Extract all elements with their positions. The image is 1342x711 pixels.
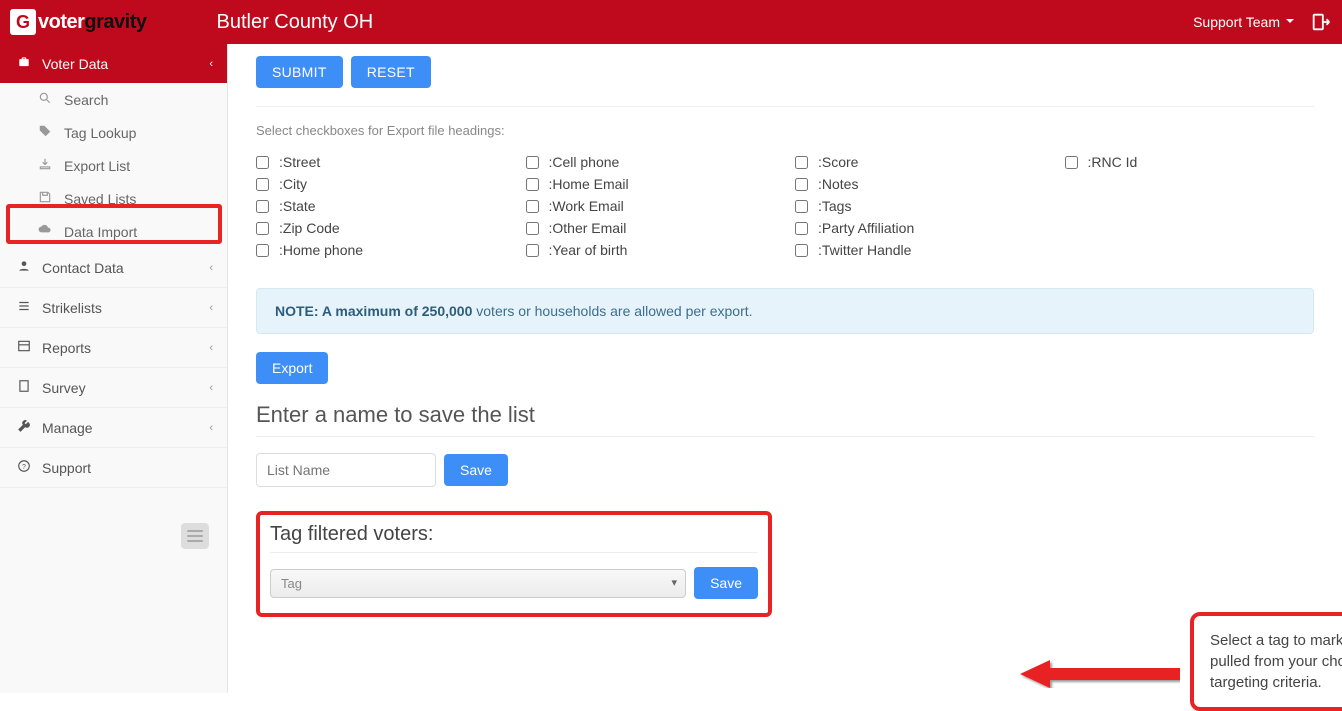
sidebar-item-strikelists[interactable]: Strikelists ‹ xyxy=(0,288,227,328)
chevron-left-icon: ‹ xyxy=(209,302,213,314)
checkbox-state[interactable]: :State xyxy=(256,198,506,214)
export-fields-grid: :Street :Cell phone :Score :RNC Id :City… xyxy=(256,154,1314,258)
sidebar-label: Survey xyxy=(42,380,86,396)
checkbox-rnc-id[interactable]: :RNC Id xyxy=(1065,154,1315,170)
svg-text:?: ? xyxy=(22,464,26,471)
checkbox-score[interactable]: :Score xyxy=(795,154,1045,170)
divider xyxy=(256,106,1314,107)
sidebar-label: Export List xyxy=(64,158,130,174)
chevron-left-icon: ‹ xyxy=(209,422,213,434)
chevron-left-icon: ‹ xyxy=(209,58,213,70)
wrench-icon xyxy=(14,419,34,436)
divider xyxy=(256,436,1314,437)
sidebar-item-reports[interactable]: Reports ‹ xyxy=(0,328,227,368)
reset-button[interactable]: RESET xyxy=(351,56,431,88)
sidebar-label: Tag Lookup xyxy=(64,125,136,141)
list-icon xyxy=(14,299,34,316)
checkbox-home-email[interactable]: :Home Email xyxy=(526,176,776,192)
sidebar-label: Reports xyxy=(42,340,91,356)
help-icon: ? xyxy=(14,459,34,476)
sidebar-item-voter-data[interactable]: Voter Data ‹ xyxy=(0,44,227,83)
sidebar: Voter Data ‹ Search Tag Lookup Export Li… xyxy=(0,44,228,693)
sidebar-label: Contact Data xyxy=(42,260,124,276)
divider xyxy=(270,552,758,553)
checkbox-tags[interactable]: :Tags xyxy=(795,198,1045,214)
tag-section-title: Tag filtered voters: xyxy=(270,523,758,546)
annotation-arrow-icon xyxy=(1020,660,1180,691)
tag-filtered-voters-section: Tag filtered voters: Tag Save xyxy=(256,511,772,617)
checkbox-twitter[interactable]: :Twitter Handle xyxy=(795,242,1045,258)
sidebar-item-support[interactable]: ? Support xyxy=(0,448,227,488)
sidebar-item-manage[interactable]: Manage ‹ xyxy=(0,408,227,448)
save-icon xyxy=(38,190,56,207)
note-rest: voters or households are allowed per exp… xyxy=(472,303,752,319)
cloud-upload-icon xyxy=(38,223,56,240)
sidebar-item-saved-lists[interactable]: Saved Lists xyxy=(0,182,227,215)
table-icon xyxy=(14,339,34,356)
chevron-left-icon: ‹ xyxy=(209,382,213,394)
sidebar-item-export-list[interactable]: Export List xyxy=(0,149,227,182)
sidebar-item-tag-lookup[interactable]: Tag Lookup xyxy=(0,116,227,149)
chevron-left-icon: ‹ xyxy=(209,342,213,354)
user-menu[interactable]: Support Team xyxy=(1193,14,1294,30)
main-content: SUBMIT RESET Select checkboxes for Expor… xyxy=(228,44,1342,693)
list-name-input[interactable] xyxy=(256,453,436,487)
sidebar-label: Manage xyxy=(42,420,93,436)
search-icon xyxy=(38,91,56,108)
logo-badge: G xyxy=(10,9,36,35)
checkbox-home-phone[interactable]: :Home phone xyxy=(256,242,506,258)
sidebar-label: Strikelists xyxy=(42,300,102,316)
sidebar-item-search[interactable]: Search xyxy=(0,83,227,116)
sidebar-label: Support xyxy=(42,460,91,476)
checkbox-cell-phone[interactable]: :Cell phone xyxy=(526,154,776,170)
sidebar-item-data-import[interactable]: Data Import xyxy=(0,215,227,248)
checkbox-party[interactable]: :Party Affiliation xyxy=(795,220,1045,236)
sidebar-item-survey[interactable]: Survey ‹ xyxy=(0,368,227,408)
export-note: NOTE: A maximum of 250,000 voters or hou… xyxy=(256,288,1314,334)
sidebar-item-contact-data[interactable]: Contact Data ‹ xyxy=(0,248,227,288)
sidebar-toggle[interactable] xyxy=(181,523,209,549)
note-bold: NOTE: A maximum of 250,000 xyxy=(275,303,472,319)
checkbox-street[interactable]: :Street xyxy=(256,154,506,170)
checkbox-notes[interactable]: :Notes xyxy=(795,176,1045,192)
export-button[interactable]: Export xyxy=(256,352,328,384)
checkbox-yob[interactable]: :Year of birth xyxy=(526,242,776,258)
checkbox-work-email[interactable]: :Work Email xyxy=(526,198,776,214)
save-tag-button[interactable]: Save xyxy=(694,567,758,599)
topbar: G votergravity Butler County OH Support … xyxy=(0,0,1342,44)
checkbox-zip[interactable]: :Zip Code xyxy=(256,220,506,236)
submit-button[interactable]: SUBMIT xyxy=(256,56,343,88)
tag-icon xyxy=(38,124,56,141)
chevron-left-icon: ‹ xyxy=(209,262,213,274)
sidebar-label: Data Import xyxy=(64,224,137,240)
download-icon xyxy=(38,157,56,174)
tag-select[interactable]: Tag xyxy=(270,569,686,598)
briefcase-icon xyxy=(14,55,34,72)
logout-icon[interactable] xyxy=(1310,11,1332,33)
user-icon xyxy=(14,259,34,276)
checkbox-city[interactable]: :City xyxy=(256,176,506,192)
save-list-title: Enter a name to save the list xyxy=(256,402,1314,428)
checkbox-other-email[interactable]: :Other Email xyxy=(526,220,776,236)
clipboard-icon xyxy=(14,379,34,396)
logo[interactable]: G votergravity xyxy=(10,9,147,35)
annotation-callout: Select a tag to mark all voters pulled f… xyxy=(1190,612,1342,711)
export-hint: Select checkboxes for Export file headin… xyxy=(256,123,1314,138)
save-list-button[interactable]: Save xyxy=(444,454,508,486)
sidebar-label: Search xyxy=(64,92,108,108)
org-name: Butler County OH xyxy=(217,11,374,34)
sidebar-label: Saved Lists xyxy=(64,191,136,207)
sidebar-label: Voter Data xyxy=(42,56,108,72)
